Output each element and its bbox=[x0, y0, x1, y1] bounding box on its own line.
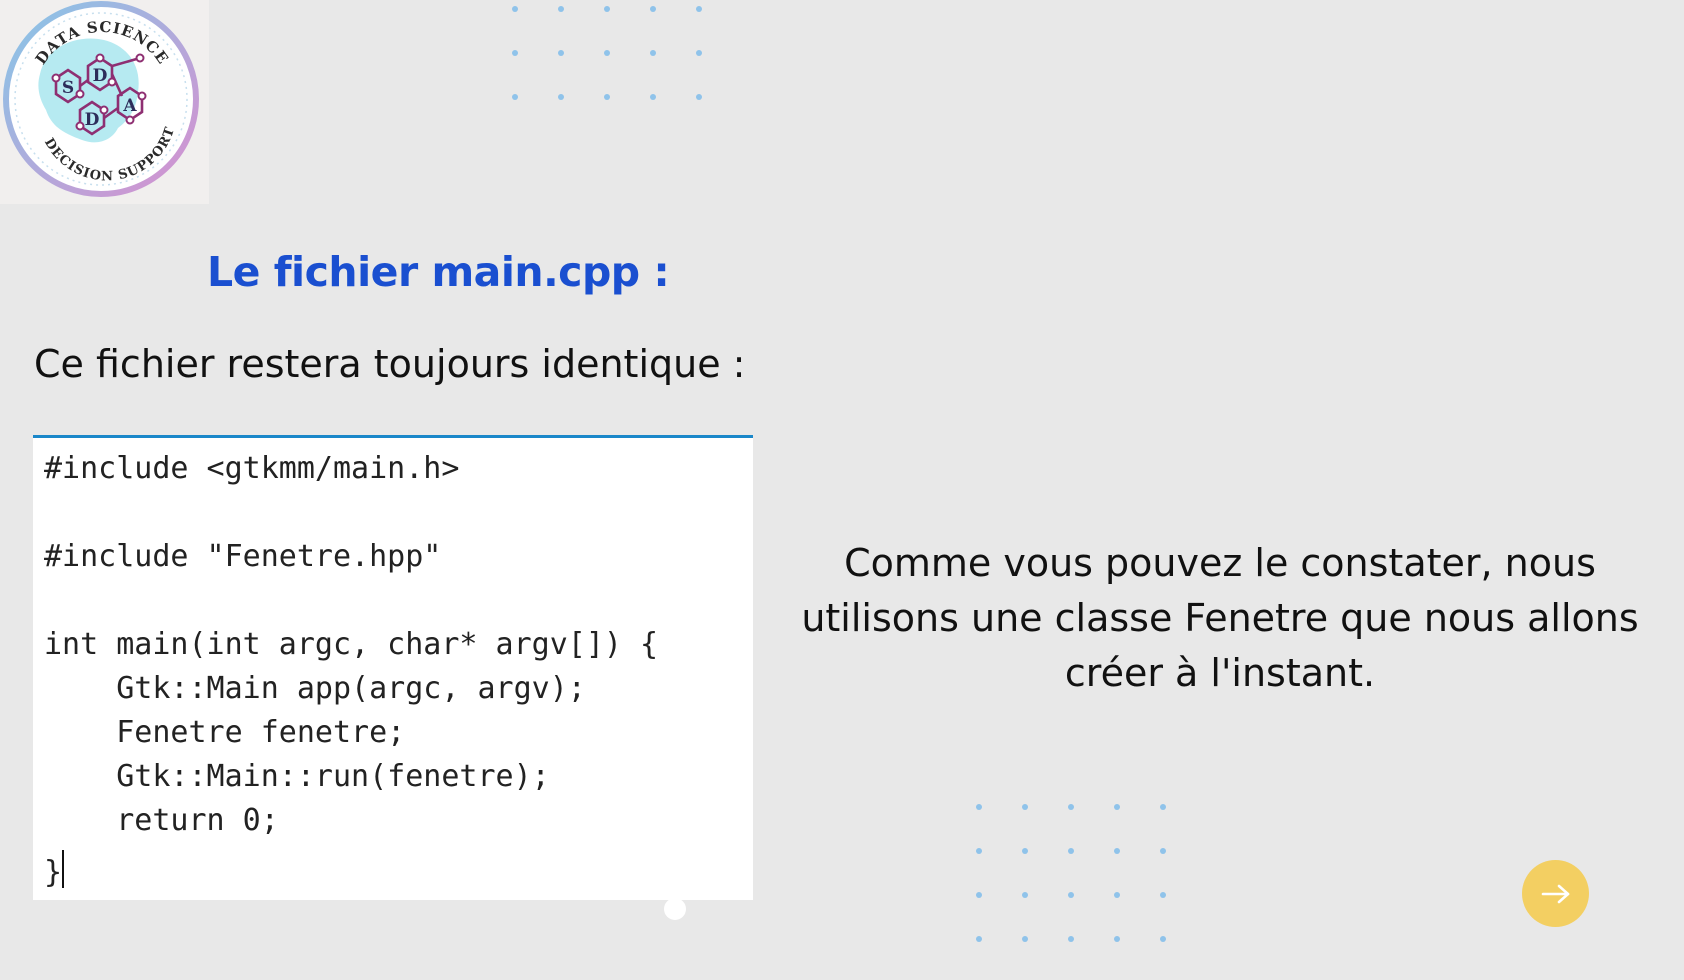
decorative-dot bbox=[1068, 936, 1074, 942]
svg-text:D: D bbox=[85, 110, 100, 130]
decorative-dot bbox=[1068, 892, 1074, 898]
svg-text:A: A bbox=[122, 96, 137, 116]
decorative-dot bbox=[976, 804, 982, 810]
svg-text:S: S bbox=[62, 78, 74, 98]
decorative-dot bbox=[1022, 936, 1028, 942]
code-line: int main(int argc, char* argv[]) { bbox=[44, 627, 659, 662]
decorative-dot bbox=[650, 94, 656, 100]
code-line: Fenetre fenetre; bbox=[44, 715, 406, 750]
decorative-dot bbox=[976, 848, 982, 854]
decorative-dot bbox=[558, 6, 564, 12]
decorative-dot bbox=[1160, 892, 1166, 898]
description-line: utilisons une classe Fenetre que nous al… bbox=[801, 596, 1639, 640]
decorative-dot bbox=[696, 50, 702, 56]
decorative-dot bbox=[650, 6, 656, 12]
decorative-dot bbox=[1114, 848, 1120, 854]
decorative-dot bbox=[1022, 804, 1028, 810]
decorative-dot bbox=[1114, 804, 1120, 810]
decorative-dot bbox=[512, 50, 518, 56]
decorative-dot bbox=[558, 50, 564, 56]
decorative-dot bbox=[604, 50, 610, 56]
dot-grid-top bbox=[512, 6, 742, 138]
description-text: Comme vous pouvez le constater, nous uti… bbox=[800, 536, 1640, 701]
decorative-dot bbox=[1114, 936, 1120, 942]
description-line: créer à l'instant. bbox=[1064, 651, 1376, 695]
decorative-dot bbox=[976, 892, 982, 898]
decorative-dot bbox=[1114, 892, 1120, 898]
decorative-dot bbox=[696, 6, 702, 12]
decorative-dot bbox=[604, 94, 610, 100]
data-science-logo-icon: S D A D DATA SCIENCE DECISION SUPPORT bbox=[3, 1, 199, 197]
slide-subtitle: Ce fichier restera toujours identique : bbox=[34, 342, 746, 386]
decorative-dot bbox=[1160, 936, 1166, 942]
code-line: #include "Fenetre.hpp" bbox=[44, 539, 442, 574]
text-cursor bbox=[62, 850, 65, 888]
decorative-dot bbox=[1160, 848, 1166, 854]
decorative-dot bbox=[696, 94, 702, 100]
code-line: Gtk::Main app(argc, argv); bbox=[44, 671, 586, 706]
code-line: Gtk::Main::run(fenetre); bbox=[44, 759, 550, 794]
dot-grid-bottom bbox=[976, 804, 1206, 980]
svg-text:D: D bbox=[93, 66, 108, 86]
decorative-dot bbox=[558, 94, 564, 100]
next-slide-button[interactable] bbox=[1522, 860, 1589, 927]
decorative-dot bbox=[976, 936, 982, 942]
decorative-dot bbox=[512, 94, 518, 100]
decorative-dot bbox=[1068, 804, 1074, 810]
code-line: } bbox=[44, 850, 65, 888]
arrow-right-icon bbox=[1541, 884, 1569, 903]
slide-title: Le fichier main.cpp : bbox=[207, 248, 670, 296]
code-line: #include <gtkmm/main.h> bbox=[44, 451, 460, 486]
decorative-dot bbox=[1022, 848, 1028, 854]
decorative-dot bbox=[1022, 892, 1028, 898]
code-line: return 0; bbox=[44, 803, 279, 838]
decorative-dot bbox=[1068, 848, 1074, 854]
description-line: Comme vous pouvez le constater, nous bbox=[844, 541, 1596, 585]
logo: S D A D DATA SCIENCE DECISION SUPPORT bbox=[0, 0, 209, 204]
code-screenshot: #include <gtkmm/main.h> #include "Fenetre… bbox=[33, 435, 753, 900]
white-dot bbox=[664, 898, 686, 920]
decorative-dot bbox=[604, 6, 610, 12]
decorative-dot bbox=[512, 6, 518, 12]
decorative-dot bbox=[650, 50, 656, 56]
decorative-dot bbox=[1160, 804, 1166, 810]
